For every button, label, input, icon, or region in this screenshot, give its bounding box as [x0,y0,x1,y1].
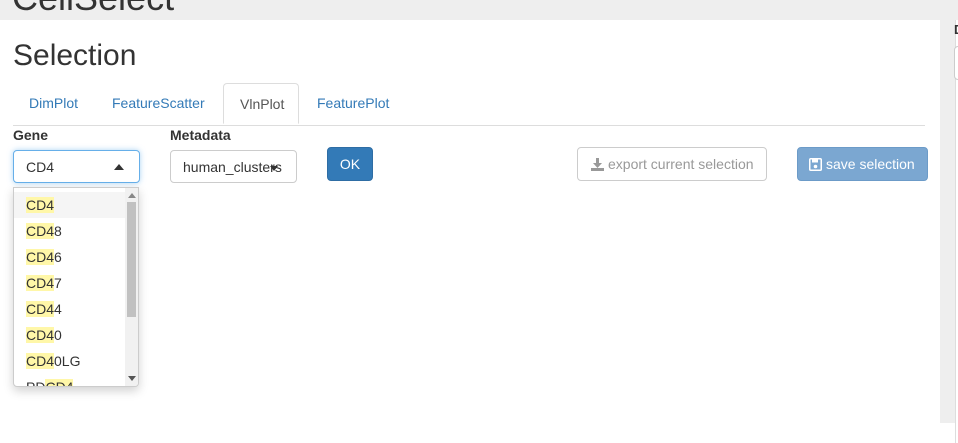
gene-option[interactable]: CD4 [14,192,126,218]
gene-label: Gene [13,127,49,143]
tab-featurescatter[interactable]: FeatureScatter [96,83,221,124]
download-icon [591,157,604,171]
metadata-select-value: human_clusters [183,159,282,175]
gene-option[interactable]: CD40LG [14,348,126,374]
caret-up-icon [114,164,124,170]
plot-tabs: DimPlot FeatureScatter VlnPlot FeaturePl… [13,83,925,126]
gene-option-match: CD4 [26,223,55,239]
gene-option-suffix: 7 [54,275,62,291]
save-selection-button[interactable]: save selection [797,147,928,181]
gene-option-match: CD4 [26,301,55,317]
gene-option[interactable]: CD47 [14,270,126,296]
gene-select[interactable]: CD4 [13,150,140,183]
dropdown-scrollbar[interactable] [125,188,138,386]
export-button-label: export current selection [608,156,754,172]
gene-option-match: CD4 [26,275,55,291]
scroll-up-arrow-icon[interactable] [128,193,136,198]
export-selection-button[interactable]: export current selection [577,147,767,181]
right-panel-label: D [954,22,958,37]
floppy-disk-icon [809,157,822,171]
gene-option-match: CD4 [26,197,55,213]
gene-option-match: CD4 [26,327,55,343]
gene-option-prefix: PD [26,379,46,387]
gene-option[interactable]: CD46 [14,244,126,270]
page-title: Selection [13,39,137,72]
tab-featureplot[interactable]: FeaturePlot [301,83,405,124]
tab-dimplot[interactable]: DimPlot [13,83,94,124]
gene-options-list: CD4 CD48 CD46 CD47 CD44 CD40 CD40LG PDCD4 [14,192,126,387]
metadata-select[interactable]: human_clusters [170,150,297,183]
gene-option[interactable]: CD40 [14,322,126,348]
app-title: CellSelect [12,0,174,18]
gene-option-suffix: 0LG [54,353,81,369]
gene-option-suffix: 6 [54,249,62,265]
gene-option[interactable]: CD44 [14,296,126,322]
ok-button[interactable]: OK [327,147,373,181]
gene-dropdown-menu: CD4 CD48 CD46 CD47 CD44 CD40 CD40LG PDCD4 [13,187,139,387]
scrollbar-thumb[interactable] [127,202,136,317]
top-banner: CellSelect [0,0,940,20]
right-panel-input[interactable] [954,46,958,80]
gene-option[interactable]: CD48 [14,218,126,244]
gene-option-match: CD4 [26,353,55,369]
gene-option-match: CD4 [26,249,55,265]
gene-option-suffix: 4 [54,301,62,317]
gene-select-value: CD4 [26,159,55,175]
gene-option[interactable]: PDCD4 [14,374,126,387]
tab-vlnplot[interactable]: VlnPlot [223,83,299,124]
gene-option-suffix: 0 [54,327,62,343]
save-button-label: save selection [826,156,915,172]
caret-down-icon [270,166,278,171]
gene-option-suffix: 8 [54,223,62,239]
metadata-label: Metadata [170,127,231,143]
gene-option-match: CD4 [45,379,74,386]
scroll-down-arrow-icon[interactable] [128,376,136,381]
